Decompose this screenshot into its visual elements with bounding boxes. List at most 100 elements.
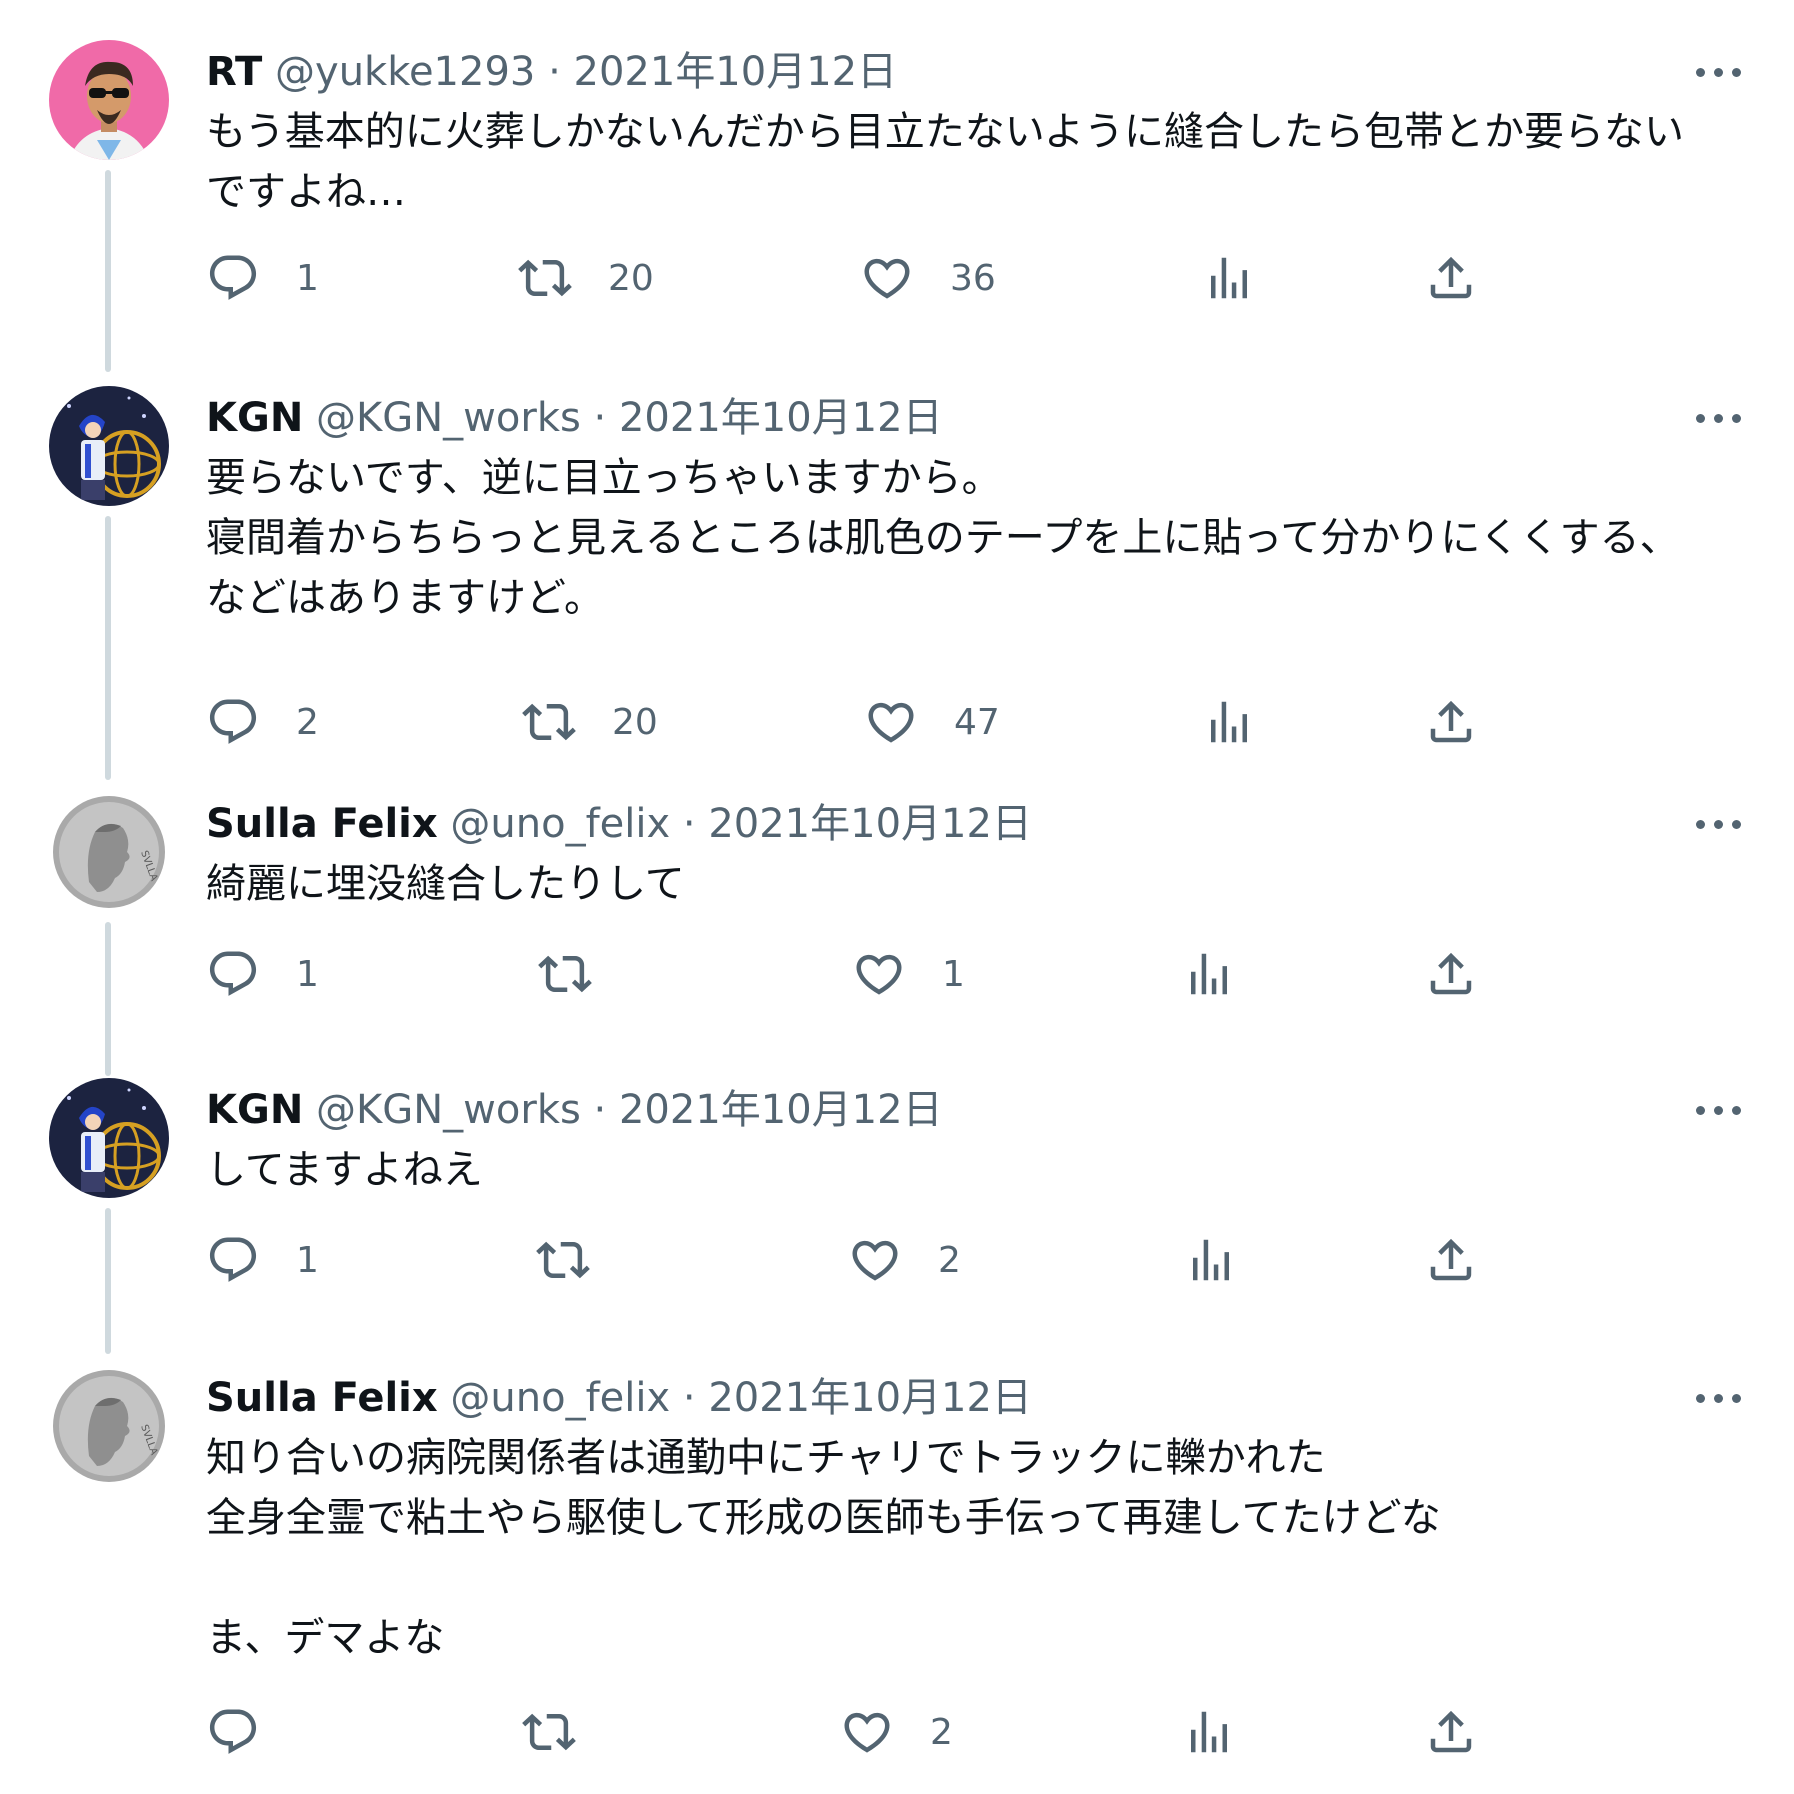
display-name[interactable]: Sulla Felix: [206, 801, 438, 847]
thread-line: [105, 922, 111, 1076]
anime-figure-avatar-icon[interactable]: [49, 1078, 169, 1198]
more-options-icon[interactable]: [1696, 1388, 1744, 1408]
reply-icon: [206, 1233, 260, 1287]
views-button[interactable]: [1202, 692, 1256, 752]
like-button[interactable]: 1: [852, 944, 965, 1004]
display-name[interactable]: KGN: [206, 1087, 303, 1133]
tweet-text: 知り合いの病院関係者は通勤中にチャリでトラックに轢かれた 全身全霊で粘土やら駆使…: [206, 1435, 1441, 1661]
reply-count: 1: [296, 953, 319, 995]
tweet-header: Sulla Felix @uno_felix · 2021年10月12日: [206, 796, 1032, 852]
reply-button[interactable]: [206, 1702, 296, 1762]
thread-line: [105, 1208, 111, 1354]
reply-button[interactable]: 1: [206, 1230, 319, 1290]
tweet[interactable]: SVLLA Sulla Felix @uno_felix · 2021年10月1…: [0, 1366, 1794, 1786]
user-handle[interactable]: @uno_felix: [450, 1375, 670, 1421]
thread-line: [105, 170, 111, 372]
tweet-text: 要らないです、逆に目立っちゃいますから。 寝間着からちらっと見えるところは肌色の…: [206, 455, 1680, 621]
more-options-icon[interactable]: [1696, 408, 1744, 428]
tweet-date[interactable]: 2021年10月12日: [708, 1375, 1032, 1421]
retweet-button[interactable]: [522, 1702, 612, 1762]
tweet[interactable]: KGN @KGN_works · 2021年10月12日 してますよねえ 1 2: [0, 1078, 1794, 1354]
share-button[interactable]: [1424, 944, 1478, 1004]
retweet-button[interactable]: [536, 1230, 626, 1290]
separator: ·: [593, 1087, 607, 1133]
heart-icon: [840, 1705, 894, 1759]
reply-count: 1: [296, 257, 319, 299]
heart-icon: [864, 695, 918, 749]
separator: ·: [548, 49, 561, 95]
reply-button[interactable]: 1: [206, 944, 319, 1004]
share-button[interactable]: [1424, 248, 1478, 308]
tweet[interactable]: KGN @KGN_works · 2021年10月12日 要らないです、逆に目立…: [0, 386, 1794, 780]
views-bar-chart-icon: [1182, 947, 1236, 1001]
separator: ·: [682, 1375, 696, 1421]
tweet-text: 綺麗に埋没縫合したりして: [206, 861, 685, 907]
share-icon: [1424, 251, 1478, 305]
tweet-date[interactable]: 2021年10月12日: [619, 395, 943, 441]
tweet-header: KGN @KGN_works · 2021年10月12日: [206, 1082, 943, 1138]
tweet[interactable]: SVLLA Sulla Felix @uno_felix · 2021年10月1…: [0, 792, 1794, 1076]
man-sunglasses-avatar-icon[interactable]: [49, 40, 169, 160]
share-icon: [1424, 695, 1478, 749]
user-handle[interactable]: @KGN_works: [316, 1087, 581, 1133]
reply-button[interactable]: 2: [206, 692, 319, 752]
like-count: 36: [950, 257, 996, 299]
user-handle[interactable]: @uno_felix: [450, 801, 670, 847]
roman-coin-avatar-icon[interactable]: SVLLA: [49, 1366, 169, 1486]
retweet-button[interactable]: 20: [522, 692, 658, 752]
user-handle[interactable]: @yukke1293: [275, 49, 535, 95]
views-bar-chart-icon: [1202, 695, 1256, 749]
user-handle[interactable]: @KGN_works: [316, 395, 581, 441]
anime-figure-avatar-icon[interactable]: [49, 386, 169, 506]
tweet[interactable]: RT @yukke1293 · 2021年10月12日 もう基本的に火葬しかない…: [0, 40, 1794, 372]
reply-icon: [206, 1705, 260, 1759]
reply-count: 1: [296, 1239, 319, 1281]
views-button[interactable]: [1182, 1702, 1236, 1762]
like-button[interactable]: 36: [860, 248, 996, 308]
like-count: 2: [938, 1239, 961, 1281]
tweet-date[interactable]: 2021年10月12日: [574, 49, 898, 95]
display-name[interactable]: RT: [206, 49, 262, 95]
share-button[interactable]: [1424, 1230, 1478, 1290]
retweet-button[interactable]: [538, 944, 628, 1004]
separator: ·: [682, 801, 696, 847]
reply-icon: [206, 251, 260, 305]
more-options-icon[interactable]: [1696, 814, 1744, 834]
tweet-text: してますよねえ: [206, 1147, 483, 1193]
reply-icon: [206, 947, 260, 1001]
share-icon: [1424, 1233, 1478, 1287]
share-button[interactable]: [1424, 1702, 1478, 1762]
display-name[interactable]: Sulla Felix: [206, 1375, 438, 1421]
reply-button[interactable]: 1: [206, 248, 319, 308]
display-name[interactable]: KGN: [206, 395, 303, 441]
tweet-date[interactable]: 2021年10月12日: [619, 1087, 943, 1133]
views-button[interactable]: [1202, 248, 1256, 308]
retweet-icon: [522, 1705, 576, 1759]
like-count: 47: [954, 701, 1000, 743]
share-icon: [1424, 947, 1478, 1001]
more-options-icon[interactable]: [1696, 1100, 1744, 1120]
heart-icon: [852, 947, 906, 1001]
more-options-icon[interactable]: [1696, 62, 1744, 82]
views-button[interactable]: [1182, 944, 1236, 1004]
roman-coin-avatar-icon[interactable]: SVLLA: [49, 792, 169, 912]
retweet-button[interactable]: 20: [518, 248, 654, 308]
retweet-icon: [538, 947, 592, 1001]
heart-icon: [860, 251, 914, 305]
thread-line: [105, 516, 111, 780]
tweet-date[interactable]: 2021年10月12日: [708, 801, 1032, 847]
retweet-icon: [522, 695, 576, 749]
share-button[interactable]: [1424, 692, 1478, 752]
views-bar-chart-icon: [1182, 1705, 1236, 1759]
views-bar-chart-icon: [1184, 1233, 1238, 1287]
views-button[interactable]: [1184, 1230, 1238, 1290]
like-count: 2: [930, 1711, 953, 1753]
like-count: 1: [942, 953, 965, 995]
like-button[interactable]: 2: [840, 1702, 953, 1762]
like-button[interactable]: 47: [864, 692, 1000, 752]
retweet-count: 20: [612, 701, 658, 743]
retweet-icon: [518, 251, 572, 305]
retweet-count: 20: [608, 257, 654, 299]
like-button[interactable]: 2: [848, 1230, 961, 1290]
reply-count: 2: [296, 701, 319, 743]
